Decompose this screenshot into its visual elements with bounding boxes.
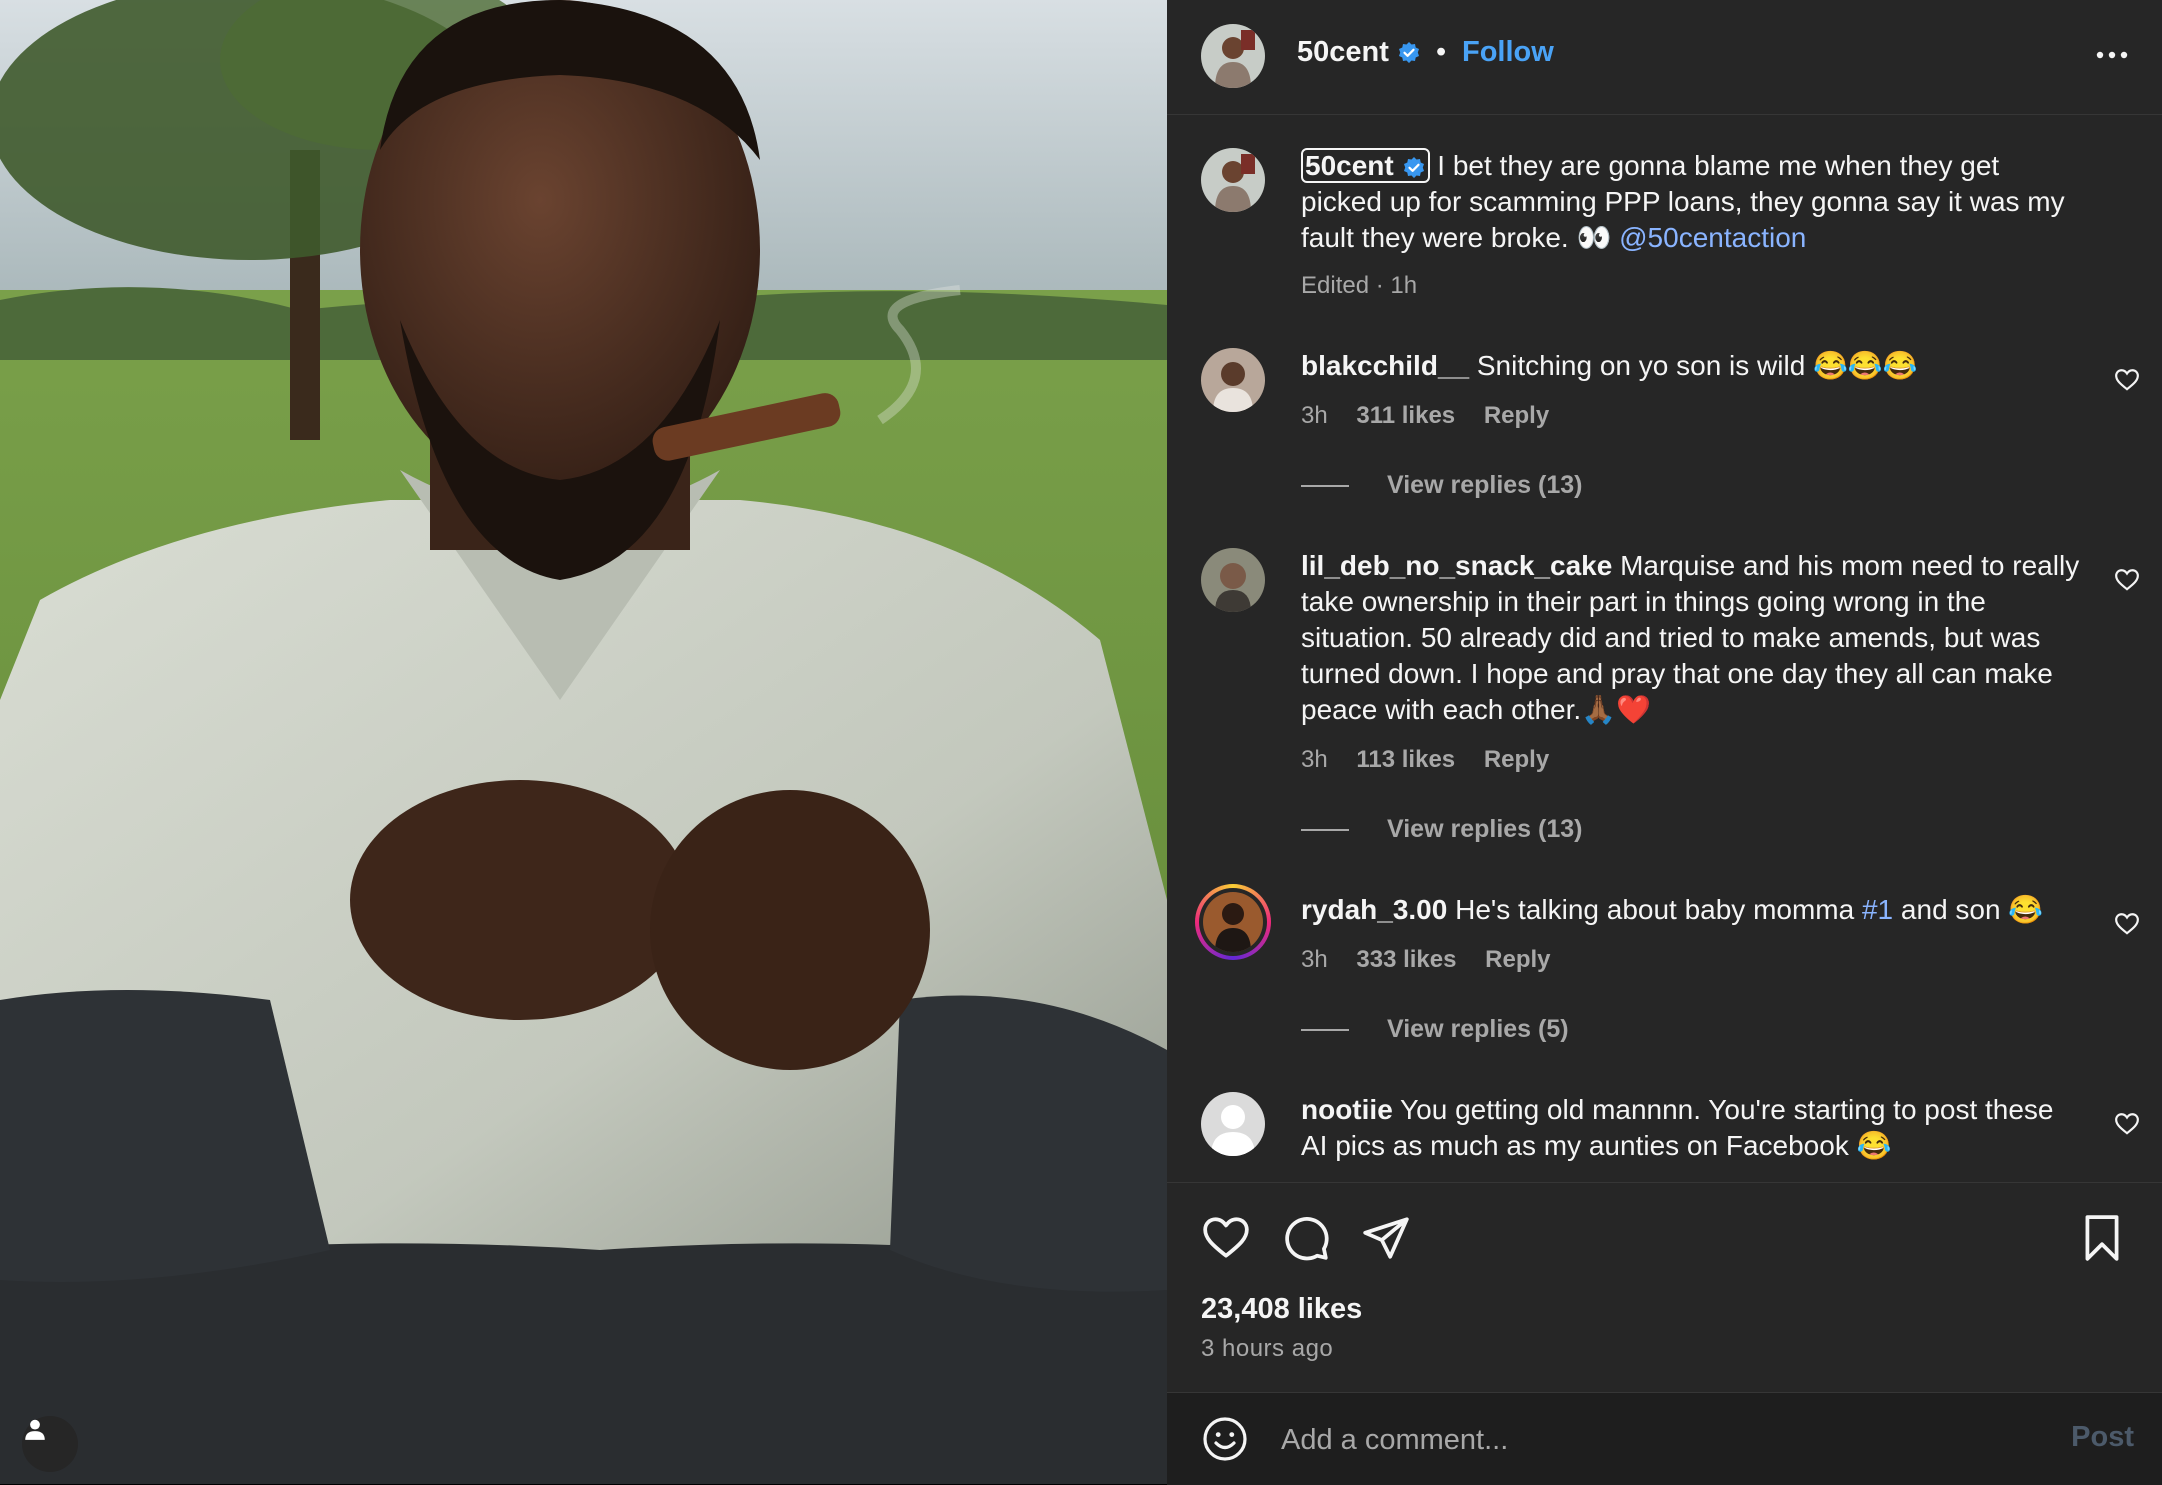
verified-badge-icon <box>1403 156 1424 178</box>
tagged-users-button[interactable] <box>22 1416 78 1472</box>
comment-username[interactable]: rydah_3.00 <box>1301 894 1447 925</box>
post-comment-button[interactable]: Post <box>2071 1421 2134 1454</box>
comment-time: 3h <box>1301 946 1328 973</box>
comment-avatar-story-ring[interactable] <box>1195 884 1271 960</box>
author-avatar[interactable] <box>1201 24 1265 88</box>
person-icon <box>25 1419 45 1440</box>
comment-avatar-image <box>1203 892 1263 952</box>
comment-username[interactable]: nootiie <box>1301 1094 1393 1125</box>
comment-like-heart-icon[interactable] <box>2114 1111 2140 1137</box>
comment-likes[interactable]: 311 likes <box>1356 402 1455 429</box>
caption-username[interactable]: 50cent <box>1301 148 1430 183</box>
post-likes-count[interactable]: 23,408 likes <box>1201 1293 1362 1326</box>
comment-avatar[interactable] <box>1201 548 1265 612</box>
reply-button[interactable]: Reply <box>1485 946 1550 973</box>
comment-username[interactable]: blakcchild__ <box>1301 350 1469 381</box>
caption-avatar-image <box>1201 148 1265 212</box>
heart-icon[interactable] <box>1201 1213 1251 1263</box>
view-replies-button[interactable]: View replies (13) <box>1301 471 1582 500</box>
view-replies-line <box>1301 1029 1349 1032</box>
comment-input[interactable] <box>1279 1417 1983 1463</box>
hashtag-link[interactable]: #1 <box>1862 894 1893 925</box>
caption-username-text: 50cent <box>1305 150 1394 181</box>
comment-icon[interactable] <box>1281 1213 1331 1263</box>
comment-username[interactable]: lil_deb_no_snack_cake <box>1301 550 1612 581</box>
comment-likes[interactable]: 113 likes <box>1356 746 1455 773</box>
caption-mention-link[interactable]: @50centaction <box>1619 222 1806 253</box>
comment-meta: 3h 113 likes Reply <box>1301 746 1571 774</box>
post-sidebar: 50cent • Follow 50cent I bet they are go… <box>1167 0 2162 1485</box>
add-comment-bar: Post <box>1167 1392 2162 1485</box>
comment-text: nootiie You getting old mannnn. You're s… <box>1301 1092 2081 1164</box>
comment-likes[interactable]: 333 likes <box>1356 946 1456 973</box>
view-replies-label: View replies (13) <box>1387 815 1583 843</box>
header-separator: • <box>1436 36 1447 68</box>
comment-avatar-default[interactable] <box>1201 1092 1265 1156</box>
view-replies-label: View replies (13) <box>1387 471 1583 499</box>
post-timestamp[interactable]: 3 hours ago <box>1201 1335 1333 1363</box>
comment-meta: 3h 311 likes Reply <box>1301 402 1571 430</box>
comment-content: He's talking about baby momma <box>1455 894 1862 925</box>
comment-like-heart-icon[interactable] <box>2114 911 2140 937</box>
view-replies-line <box>1301 829 1349 832</box>
comment-avatar-image <box>1201 348 1265 412</box>
caption-author-avatar[interactable] <box>1201 148 1265 212</box>
post-actions: 23,408 likes 3 hours ago <box>1167 1182 2162 1393</box>
comment-text: lil_deb_no_snack_cake Marquise and his m… <box>1301 548 2081 728</box>
caption-meta: Edited · 1h <box>1301 272 1418 299</box>
comment-avatar-image <box>1201 548 1265 612</box>
author-username[interactable]: 50cent <box>1297 36 1421 69</box>
comment-like-heart-icon[interactable] <box>2114 567 2140 593</box>
caption: 50cent I bet they are gonna blame me whe… <box>1301 148 2081 256</box>
comment-like-heart-icon[interactable] <box>2114 367 2140 393</box>
author-username-text: 50cent <box>1297 36 1389 68</box>
verified-badge-icon <box>1398 42 1419 64</box>
author-avatar-image <box>1201 24 1265 88</box>
default-avatar-icon <box>1201 1092 1265 1156</box>
reply-button[interactable]: Reply <box>1484 746 1549 773</box>
share-icon[interactable] <box>1361 1213 1411 1263</box>
post-image[interactable] <box>0 0 1167 1484</box>
follow-button[interactable]: Follow <box>1462 36 1554 69</box>
comment-content: You getting old mannnn. You're starting … <box>1301 1094 2054 1161</box>
comment-time: 3h <box>1301 746 1328 773</box>
emoji-icon[interactable] <box>1201 1415 1249 1463</box>
comment-avatar[interactable] <box>1201 348 1265 412</box>
comments-list[interactable]: 50cent I bet they are gonna blame me whe… <box>1167 114 2162 1182</box>
comment-time: 3h <box>1301 402 1328 429</box>
view-replies-label: View replies (5) <box>1387 1015 1569 1043</box>
comment-text: rydah_3.00 He's talking about baby momma… <box>1301 892 2081 928</box>
comment-content: Snitching on yo son is wild 😂😂😂 <box>1476 350 1918 381</box>
view-replies-button[interactable]: View replies (5) <box>1301 1015 1569 1044</box>
view-replies-button[interactable]: View replies (13) <box>1301 815 1582 844</box>
post-header: 50cent • Follow <box>1167 0 2162 115</box>
view-replies-line <box>1301 485 1349 488</box>
more-options-icon[interactable] <box>2092 40 2132 70</box>
reply-button[interactable]: Reply <box>1484 402 1549 429</box>
comment-text: blakcchild__ Snitching on yo son is wild… <box>1301 348 2081 384</box>
comment-content-end: and son 😂 <box>1893 894 2044 925</box>
post-image-illustration <box>0 0 1167 1484</box>
comment-meta: 3h 333 likes Reply <box>1301 946 1573 974</box>
bookmark-icon[interactable] <box>2077 1213 2127 1263</box>
